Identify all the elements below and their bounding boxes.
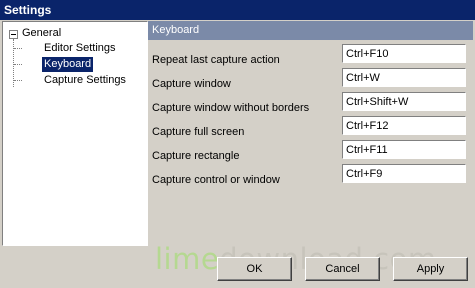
- apply-button[interactable]: Apply: [393, 257, 468, 281]
- shortcut-capture-control-or-window[interactable]: [342, 164, 466, 183]
- title-bar: Settings: [0, 0, 475, 20]
- watermark-part1: lime: [155, 242, 220, 276]
- tree-item-capture-settings[interactable]: Capture Settings: [44, 73, 126, 88]
- label-capture-rectangle: Capture rectangle: [152, 150, 240, 162]
- tree-connector: [14, 64, 22, 65]
- keyboard-panel: Keyboard Repeat last capture action Capt…: [148, 21, 473, 246]
- shortcut-repeat-last-capture[interactable]: [342, 44, 466, 63]
- panel-title: Keyboard: [148, 21, 473, 40]
- settings-tree[interactable]: General Editor Settings Keyboard Capture…: [2, 21, 148, 246]
- label-capture-full-screen: Capture full screen: [152, 126, 245, 138]
- shortcut-capture-window-without-borders[interactable]: [342, 92, 466, 111]
- label-capture-window-without-borders: Capture window without borders: [152, 102, 310, 114]
- tree-item-general[interactable]: General: [22, 26, 61, 41]
- ok-button[interactable]: OK: [217, 257, 292, 281]
- cancel-button[interactable]: Cancel: [305, 257, 380, 281]
- settings-window: Settings General Editor Settings Keyboar…: [0, 0, 475, 288]
- shortcut-capture-full-screen[interactable]: [342, 116, 466, 135]
- tree-connector: [14, 80, 22, 81]
- shortcut-capture-rectangle[interactable]: [342, 140, 466, 159]
- tree-item-editor-settings[interactable]: Editor Settings: [44, 41, 116, 56]
- collapse-icon[interactable]: [9, 30, 18, 39]
- tree-item-keyboard[interactable]: Keyboard: [42, 57, 94, 72]
- shortcut-capture-window[interactable]: [342, 68, 466, 87]
- label-capture-control-or-window: Capture control or window: [152, 174, 280, 186]
- label-repeat-last-capture: Repeat last capture action: [152, 54, 280, 66]
- label-capture-window: Capture window: [152, 78, 231, 90]
- tree-connector: [14, 48, 22, 49]
